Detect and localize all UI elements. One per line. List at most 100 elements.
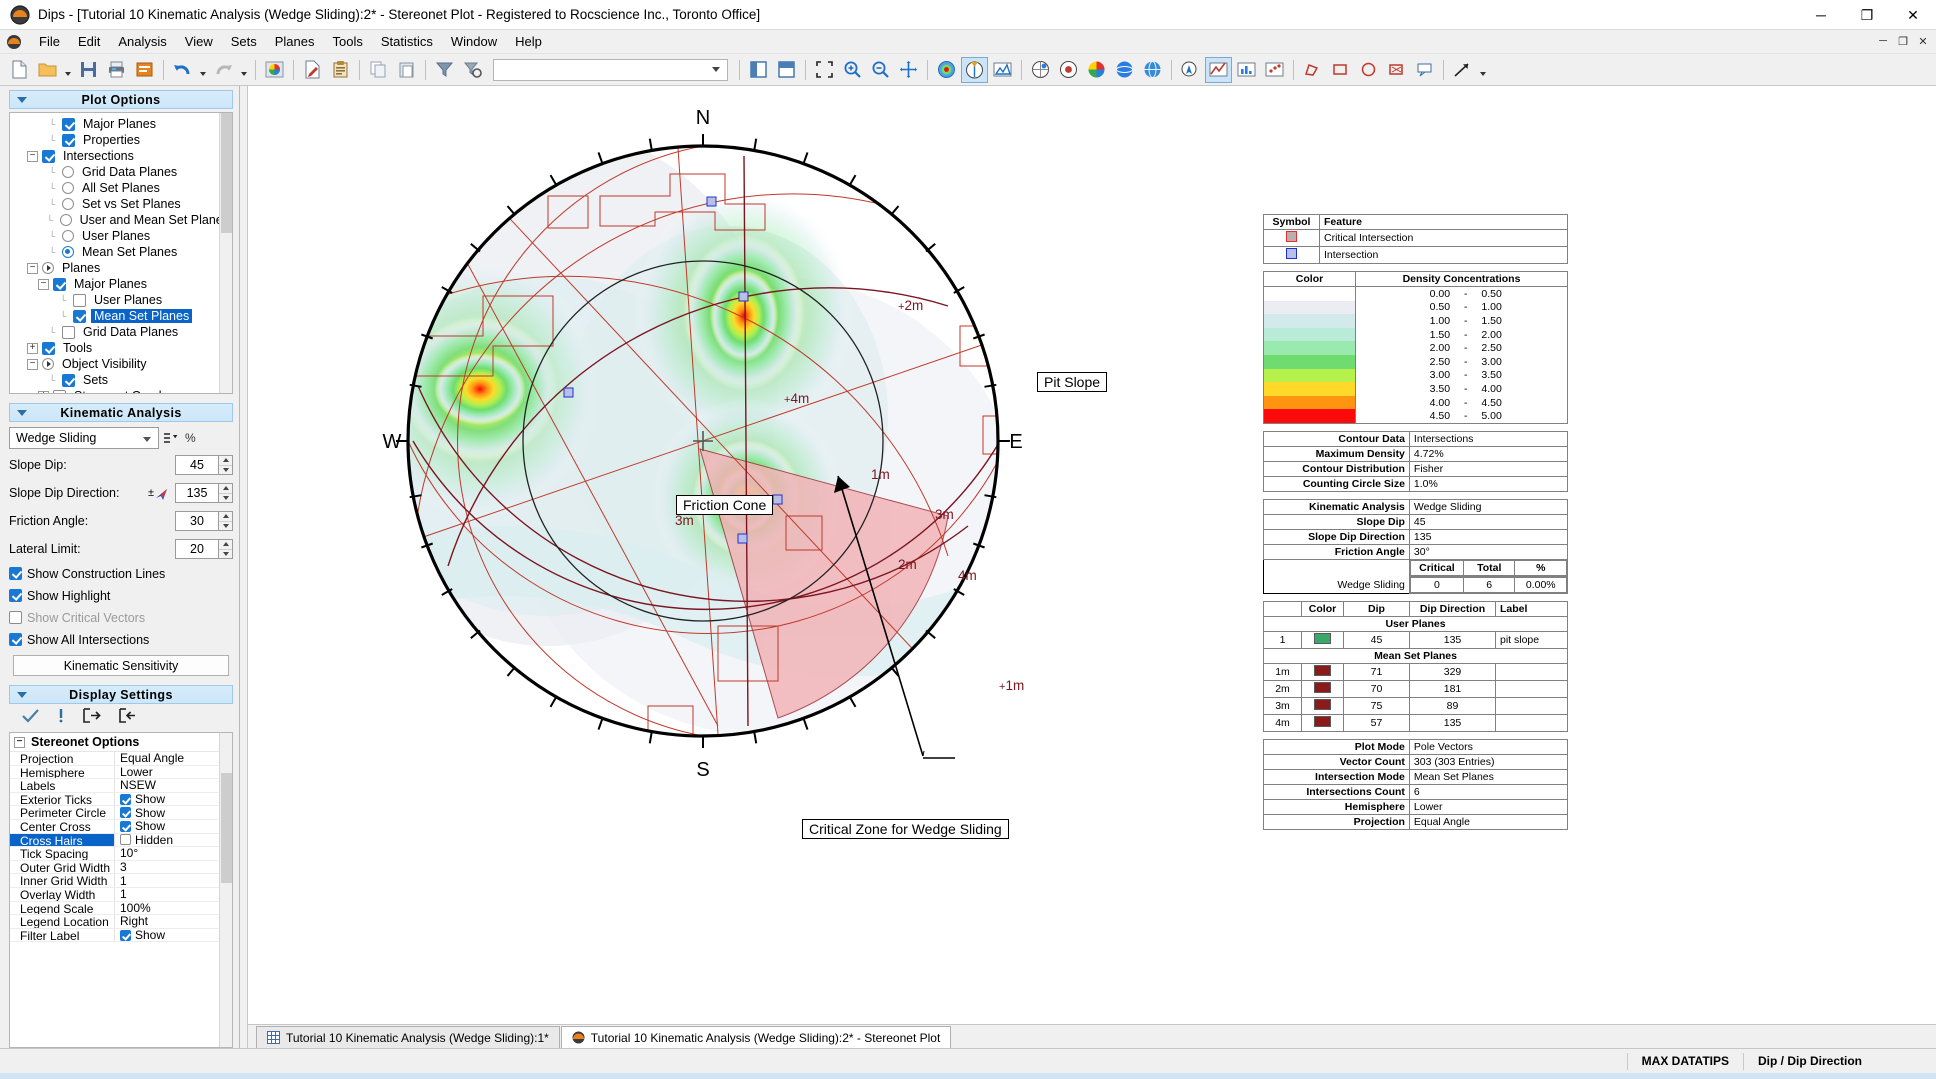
callout-pit-slope[interactable]: Pit Slope xyxy=(1037,372,1107,392)
plot-options-header[interactable]: Plot Options xyxy=(9,90,233,109)
slope-dip-direction-input[interactable]: 135 xyxy=(175,483,219,503)
tree-scrollbar[interactable] xyxy=(219,113,232,393)
setting-checkbox[interactable] xyxy=(120,834,131,845)
mdi-close-button[interactable]: ✕ xyxy=(1914,32,1932,50)
group-collapse-icon[interactable]: − xyxy=(14,737,25,748)
tree-item-sets[interactable]: └Sets xyxy=(10,372,232,388)
menu-view[interactable]: View xyxy=(176,31,222,52)
planes-row[interactable]: 145135pit slope xyxy=(1264,631,1568,648)
menu-window[interactable]: Window xyxy=(442,31,506,52)
menu-analysis[interactable]: Analysis xyxy=(109,31,175,52)
pointer-query-icon[interactable] xyxy=(1177,57,1204,83)
clipboard-icon[interactable] xyxy=(327,57,354,83)
zoom-in-icon[interactable] xyxy=(839,57,866,83)
filter-settings-icon[interactable] xyxy=(459,57,486,83)
copy-icon[interactable] xyxy=(365,57,392,83)
split-horizontal-icon[interactable] xyxy=(773,57,800,83)
zoom-out-icon[interactable] xyxy=(867,57,894,83)
setting-checkbox[interactable] xyxy=(120,821,131,832)
tree-item-grid-data-planes[interactable]: └Grid Data Planes xyxy=(10,324,232,340)
paste-icon[interactable] xyxy=(393,57,420,83)
planes-row[interactable]: 4m57135 xyxy=(1264,714,1568,731)
close-button[interactable]: ✕ xyxy=(1890,0,1936,30)
tree-expander[interactable]: + xyxy=(38,391,49,395)
planes-row[interactable]: 1m71329 xyxy=(1264,663,1568,680)
tree-checkbox[interactable] xyxy=(62,326,75,339)
plot-options-tree[interactable]: └Major Planes└Properties−Intersections└G… xyxy=(9,112,233,394)
menu-planes[interactable]: Planes xyxy=(266,31,324,52)
kinematic-mode-select[interactable]: Wedge Sliding xyxy=(9,427,159,449)
set-window-icon[interactable] xyxy=(1027,57,1054,83)
tab-stereonet-plot[interactable]: Tutorial 10 Kinematic Analysis (Wedge Sl… xyxy=(561,1026,952,1048)
lateral-limit-stepper[interactable] xyxy=(219,539,233,559)
setting-row-outer-grid-width[interactable]: Outer Grid Width3 xyxy=(10,861,232,875)
save-icon[interactable] xyxy=(75,57,102,83)
setting-checkbox[interactable] xyxy=(120,930,131,941)
tree-checkbox[interactable] xyxy=(42,342,55,355)
setting-row-center-cross[interactable]: Center CrossShow xyxy=(10,820,232,834)
tree-item-user-planes[interactable]: └User Planes xyxy=(10,292,232,308)
filter-combo[interactable] xyxy=(493,59,728,81)
slope-dip-stepper[interactable] xyxy=(219,455,233,475)
menu-statistics[interactable]: Statistics xyxy=(372,31,442,52)
tab-grid-view[interactable]: Tutorial 10 Kinematic Analysis (Wedge Sl… xyxy=(256,1026,560,1048)
friction-angle-stepper[interactable] xyxy=(219,511,233,531)
menu-file[interactable]: File xyxy=(30,31,69,52)
slope-dip-direction-stepper[interactable] xyxy=(219,483,233,503)
tree-arrow-icon[interactable] xyxy=(42,262,54,274)
friction-angle-input[interactable]: 30 xyxy=(175,511,219,531)
tree-radio[interactable] xyxy=(62,198,74,210)
grid-scrollbar-thumb[interactable] xyxy=(221,773,232,883)
tree-checkbox[interactable] xyxy=(62,118,75,131)
zoom-fit-icon[interactable] xyxy=(811,57,838,83)
show-all-intersections-row[interactable]: Show All Intersections xyxy=(9,630,233,649)
kinematic-analysis-icon[interactable] xyxy=(1205,57,1232,83)
tree-expander[interactable]: − xyxy=(38,279,49,290)
tree-item-all-set-planes[interactable]: └All Set Planes xyxy=(10,180,232,196)
tree-checkbox[interactable] xyxy=(73,294,86,307)
tree-item-mean-set-planes[interactable]: └Mean Set Planes xyxy=(10,308,232,324)
menu-tools[interactable]: Tools xyxy=(324,31,372,52)
setting-row-legend-scale[interactable]: Legend Scale100% xyxy=(10,902,232,916)
filter-icon[interactable] xyxy=(431,57,458,83)
tree-radio[interactable] xyxy=(62,166,74,178)
tree-item-grid-data-planes[interactable]: └Grid Data Planes xyxy=(10,164,232,180)
kinematic-options-menu-icon[interactable] xyxy=(164,432,180,445)
planes-row[interactable]: 2m70181 xyxy=(1264,680,1568,697)
tree-item-user-planes[interactable]: └User Planes xyxy=(10,228,232,244)
setting-row-labels[interactable]: LabelsNSEW xyxy=(10,779,232,793)
show-all-intersections-checkbox[interactable] xyxy=(9,633,22,646)
menu-sets[interactable]: Sets xyxy=(222,31,266,52)
add-cone-tool-icon[interactable] xyxy=(1355,57,1382,83)
compass-icon[interactable]: ± xyxy=(148,486,169,501)
tree-scrollbar-thumb[interactable] xyxy=(221,113,232,233)
planes-row[interactable]: 3m7589 xyxy=(1264,697,1568,714)
stereonet-plot-canvas[interactable]: N S W E +2m +4m 1m 3m 3m 2m 4m +1m Pit S… xyxy=(248,86,1936,1024)
open-dropdown-caret[interactable] xyxy=(62,57,74,83)
kinematic-sensitivity-button[interactable]: Kinematic Sensitivity xyxy=(13,655,229,676)
tree-item-user-and-mean-set-planes[interactable]: └User and Mean Set Planes xyxy=(10,212,232,228)
stereonet-plot-icon[interactable] xyxy=(961,57,988,83)
setting-row-filter-label[interactable]: Filter LabelShow xyxy=(10,929,232,943)
show-construction-lines-row[interactable]: Show Construction Lines xyxy=(9,564,233,583)
apply-check-icon[interactable] xyxy=(22,708,39,727)
print-icon[interactable] xyxy=(103,57,130,83)
setting-checkbox[interactable] xyxy=(120,807,131,818)
mdi-restore-button[interactable]: ❐ xyxy=(1894,32,1912,50)
setting-row-exterior-ticks[interactable]: Exterior TicksShow xyxy=(10,793,232,807)
delete-tool-icon[interactable] xyxy=(1383,57,1410,83)
print-preview-icon[interactable] xyxy=(131,57,158,83)
setting-row-tick-spacing[interactable]: Tick Spacing10° xyxy=(10,847,232,861)
import-settings-icon[interactable] xyxy=(119,708,137,727)
stereonet-options-grid[interactable]: − Stereonet Options ProjectionEqual Angl… xyxy=(9,732,233,1048)
setting-row-projection[interactable]: ProjectionEqual Angle xyxy=(10,752,232,766)
tree-expander[interactable]: − xyxy=(27,359,38,370)
tree-expander[interactable]: − xyxy=(27,151,38,162)
add-window-tool-icon[interactable] xyxy=(1327,57,1354,83)
tree-item-major-planes[interactable]: └Major Planes xyxy=(10,116,232,132)
tree-item-set-vs-set-planes[interactable]: └Set vs Set Planes xyxy=(10,196,232,212)
menu-edit[interactable]: Edit xyxy=(69,31,109,52)
callout-critical-zone[interactable]: Critical Zone for Wedge Sliding xyxy=(802,819,1009,839)
show-highlight-checkbox[interactable] xyxy=(9,589,22,602)
show-construction-lines-checkbox[interactable] xyxy=(9,567,22,580)
